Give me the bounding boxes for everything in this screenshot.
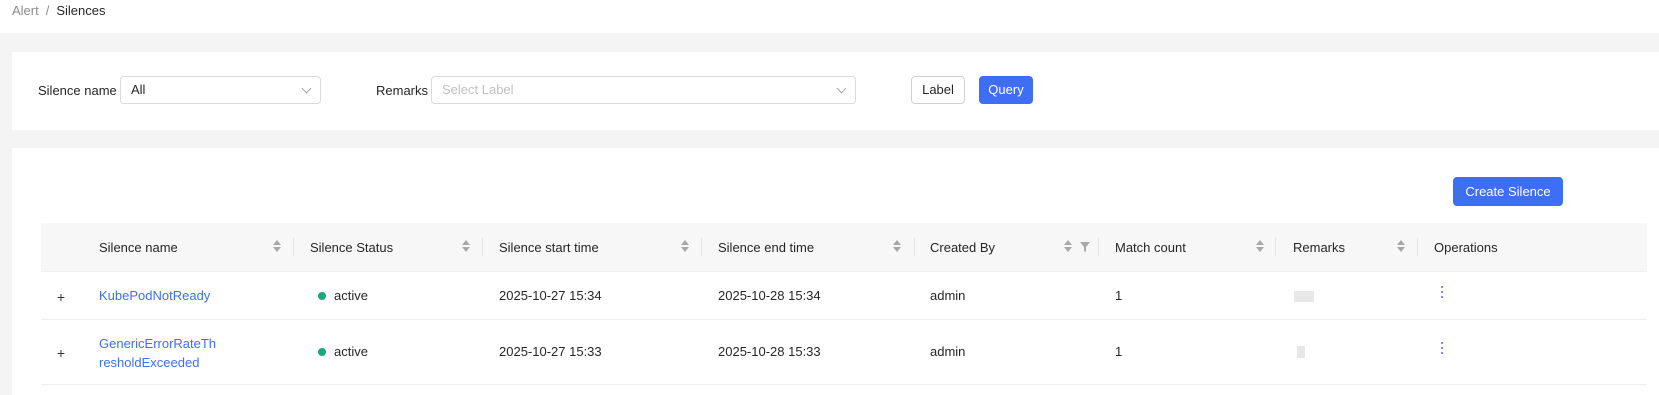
plus-icon[interactable]: + bbox=[55, 290, 67, 304]
column-end-time[interactable]: Silence end time bbox=[718, 223, 814, 272]
match-count: 1 bbox=[1115, 288, 1123, 303]
silence-name-link[interactable]: GenericErrorRateTh resholdExceeded bbox=[99, 334, 216, 372]
breadcrumb: Alert / Silences bbox=[12, 3, 106, 18]
query-button[interactable]: Query bbox=[979, 76, 1033, 104]
breadcrumb-separator: / bbox=[45, 3, 50, 18]
sort-icon[interactable] bbox=[1064, 240, 1072, 254]
filter-panel: Silence name All Remarks Select Label La… bbox=[12, 52, 1659, 130]
column-silence-name[interactable]: Silence name bbox=[99, 223, 178, 272]
sort-icon[interactable] bbox=[1256, 240, 1264, 254]
end-time: 2025-10-28 15:33 bbox=[718, 344, 821, 359]
remarks-redacted bbox=[1294, 291, 1314, 302]
remarks-select[interactable]: Select Label bbox=[431, 76, 856, 104]
chevron-down-icon bbox=[836, 83, 847, 94]
silence-name-value: All bbox=[131, 82, 146, 97]
table-header: Silence name Silence Status Silence star… bbox=[41, 223, 1647, 272]
more-vertical-icon[interactable] bbox=[1439, 342, 1445, 358]
column-start-time[interactable]: Silence start time bbox=[499, 223, 599, 272]
column-operations: Operations bbox=[1434, 240, 1498, 255]
sort-icon[interactable] bbox=[462, 240, 470, 254]
top-bar: Alert / Silences bbox=[0, 0, 1659, 33]
sort-icon[interactable] bbox=[1397, 240, 1405, 254]
breadcrumb-alert[interactable]: Alert bbox=[12, 3, 39, 18]
silence-name-select[interactable]: All bbox=[120, 76, 321, 104]
chevron-down-icon bbox=[301, 83, 312, 94]
end-time: 2025-10-28 15:34 bbox=[718, 288, 821, 303]
remarks-placeholder: Select Label bbox=[442, 82, 514, 97]
remarks-redacted bbox=[1297, 346, 1305, 358]
sort-icon[interactable] bbox=[893, 240, 901, 254]
silences-table-panel: Create Silence Silence name Silence Stat… bbox=[12, 148, 1659, 395]
column-match-count[interactable]: Match count bbox=[1115, 223, 1186, 272]
silence-name-label: Silence name bbox=[38, 83, 117, 98]
create-silence-button[interactable]: Create Silence bbox=[1453, 177, 1563, 206]
table-row: + KubePodNotReady active 2025-10-27 15:3… bbox=[41, 272, 1647, 320]
start-time: 2025-10-27 15:34 bbox=[499, 288, 602, 303]
table-row: + GenericErrorRateTh resholdExceeded act… bbox=[41, 320, 1647, 385]
plus-icon[interactable]: + bbox=[55, 346, 67, 360]
status-dot-icon bbox=[318, 348, 326, 356]
column-remarks[interactable]: Remarks bbox=[1293, 223, 1345, 272]
created-by: admin bbox=[930, 344, 966, 359]
more-vertical-icon[interactable] bbox=[1439, 286, 1445, 302]
match-count: 1 bbox=[1115, 344, 1123, 359]
filter-icon[interactable] bbox=[1080, 242, 1090, 252]
sort-icon[interactable] bbox=[681, 240, 689, 254]
status-dot-icon bbox=[318, 292, 326, 300]
status-text: active bbox=[334, 344, 368, 359]
breadcrumb-silences: Silences bbox=[56, 3, 106, 18]
created-by: admin bbox=[930, 288, 966, 303]
label-button[interactable]: Label bbox=[911, 76, 965, 104]
sort-icon[interactable] bbox=[273, 240, 281, 254]
silences-table: Silence name Silence Status Silence star… bbox=[41, 223, 1647, 385]
status-cell: active bbox=[318, 288, 368, 303]
status-cell: active bbox=[318, 344, 368, 359]
remarks-label: Remarks bbox=[376, 83, 429, 98]
silence-name-link[interactable]: KubePodNotReady bbox=[99, 286, 210, 305]
column-silence-status[interactable]: Silence Status bbox=[310, 223, 393, 272]
status-text: active bbox=[334, 288, 368, 303]
column-created-by[interactable]: Created By bbox=[930, 223, 995, 272]
start-time: 2025-10-27 15:33 bbox=[499, 344, 602, 359]
